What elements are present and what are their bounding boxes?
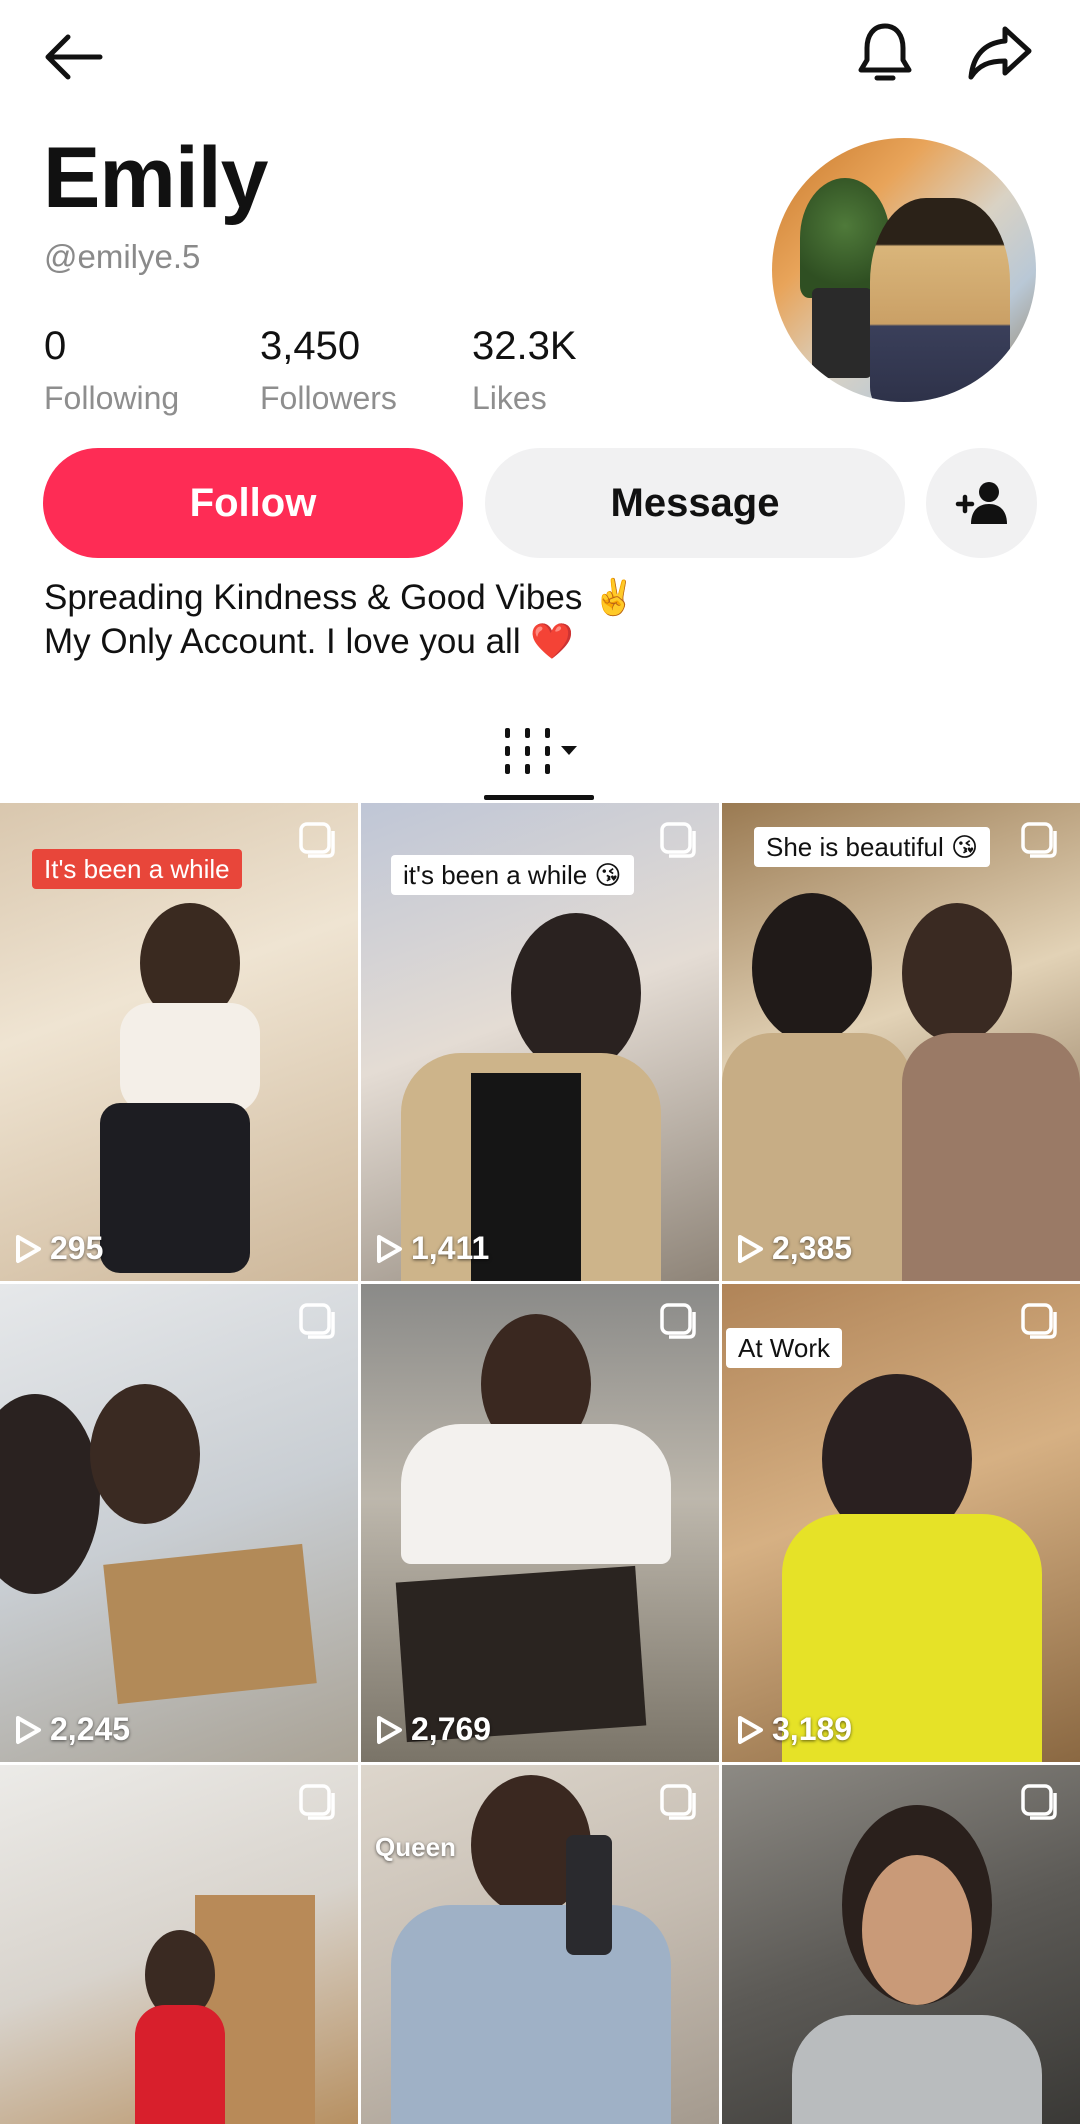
top-bar [0,0,1080,100]
multi-photo-icon [299,822,335,858]
back-button[interactable] [30,14,116,100]
avatar-photo-person [870,198,1010,402]
profile-name: Emily [43,130,268,226]
stat-followers[interactable]: 3,450 Followers [260,326,397,414]
tile-photo [566,1835,612,1955]
play-icon [16,1234,41,1263]
tile-photo [902,1033,1080,1281]
view-count-value: 2,245 [50,1711,131,1747]
active-tab-indicator [484,795,594,800]
play-icon [377,1234,402,1263]
bell-icon [858,23,912,81]
share-icon [968,26,1032,80]
view-count: 3,189 [736,1711,852,1748]
multi-photo-icon [660,1303,696,1339]
view-count-value: 2,769 [411,1711,492,1747]
video-tile[interactable]: She is beautiful 😘 2,385 [722,803,1080,1281]
content-tabs [0,700,1080,802]
message-button[interactable]: Message [485,448,905,558]
stat-value: 32.3K [472,324,577,368]
video-tile[interactable]: it's been a while 😘 1,411 [361,803,719,1281]
video-tile[interactable]: 2,245 [0,1284,358,1762]
bio-line: Spreading Kindness & Good Vibes ✌️ [44,578,636,617]
chevron-down-icon [561,746,577,755]
stat-following[interactable]: 0 Following [44,326,179,414]
tile-photo [752,893,872,1043]
video-caption: it's been a while 😘 [391,855,634,895]
video-caption: At Work [726,1328,842,1368]
stat-label: Following [44,380,180,416]
view-count-value: 2,385 [772,1230,853,1266]
tab-videos[interactable] [484,700,596,802]
stat-likes[interactable]: 32.3K Likes [472,326,577,414]
video-tile[interactable]: 2,769 [361,1284,719,1762]
tile-photo [120,1003,260,1113]
multi-photo-icon [660,822,696,858]
view-count-value: 1,411 [411,1230,490,1266]
stat-value: 3,450 [260,324,361,368]
play-icon [16,1715,41,1744]
video-tile[interactable]: Queen [361,1765,719,2124]
view-count: 1,411 [375,1230,489,1267]
tile-photo [0,1394,100,1594]
play-icon [738,1715,763,1744]
multi-photo-icon [1021,1784,1057,1820]
play-icon [738,1234,763,1263]
bio-line: My Only Account. I love you all ❤️ [44,622,574,661]
profile-handle: @emilye.5 [44,238,201,275]
tile-photo [100,1103,250,1273]
stat-value: 0 [44,324,67,368]
view-count-value: 295 [50,1230,104,1266]
video-caption: It's been a while [32,849,242,889]
multi-photo-icon [1021,822,1057,858]
tile-photo [511,913,641,1073]
tile-photo [391,1905,671,2124]
video-grid: It's been a while 295 it's been a while … [0,803,1080,2124]
video-caption: Queen [375,1832,456,1862]
video-tile[interactable]: At Work 3,189 [722,1284,1080,1762]
video-tile[interactable] [722,1765,1080,2124]
multi-photo-icon [299,1303,335,1339]
view-count: 2,245 [14,1711,130,1748]
tile-photo [135,2005,225,2124]
view-count: 2,769 [375,1711,491,1748]
video-tile[interactable]: It's been a while 295 [0,803,358,1281]
notifications-button[interactable] [840,8,930,98]
add-user-icon [955,482,1007,524]
avatar-photo-pot [812,288,872,378]
multi-photo-icon [660,1784,696,1820]
video-tile[interactable] [0,1765,358,2124]
grid-icon [505,728,577,774]
video-caption: She is beautiful 😘 [754,827,991,867]
tile-photo [792,2015,1042,2124]
follow-button[interactable]: Follow [43,448,463,558]
multi-photo-icon [299,1784,335,1820]
tile-photo [103,1543,317,1705]
tile-photo [902,903,1012,1043]
avatar[interactable] [772,138,1036,402]
view-count: 295 [14,1230,103,1267]
view-count: 2,385 [736,1230,852,1267]
share-button[interactable] [952,8,1048,98]
tile-photo [401,1424,671,1564]
multi-photo-icon [1021,1303,1057,1339]
add-friend-button[interactable] [926,448,1037,558]
profile-bio: Spreading Kindness & Good Vibes ✌️ My On… [44,576,636,664]
tile-photo [90,1384,200,1524]
tile-photo [862,1855,972,2005]
view-count-value: 3,189 [772,1711,853,1747]
stat-label: Likes [472,380,547,416]
play-icon [377,1715,402,1744]
arrow-left-icon [45,34,103,80]
stat-label: Followers [260,380,397,416]
